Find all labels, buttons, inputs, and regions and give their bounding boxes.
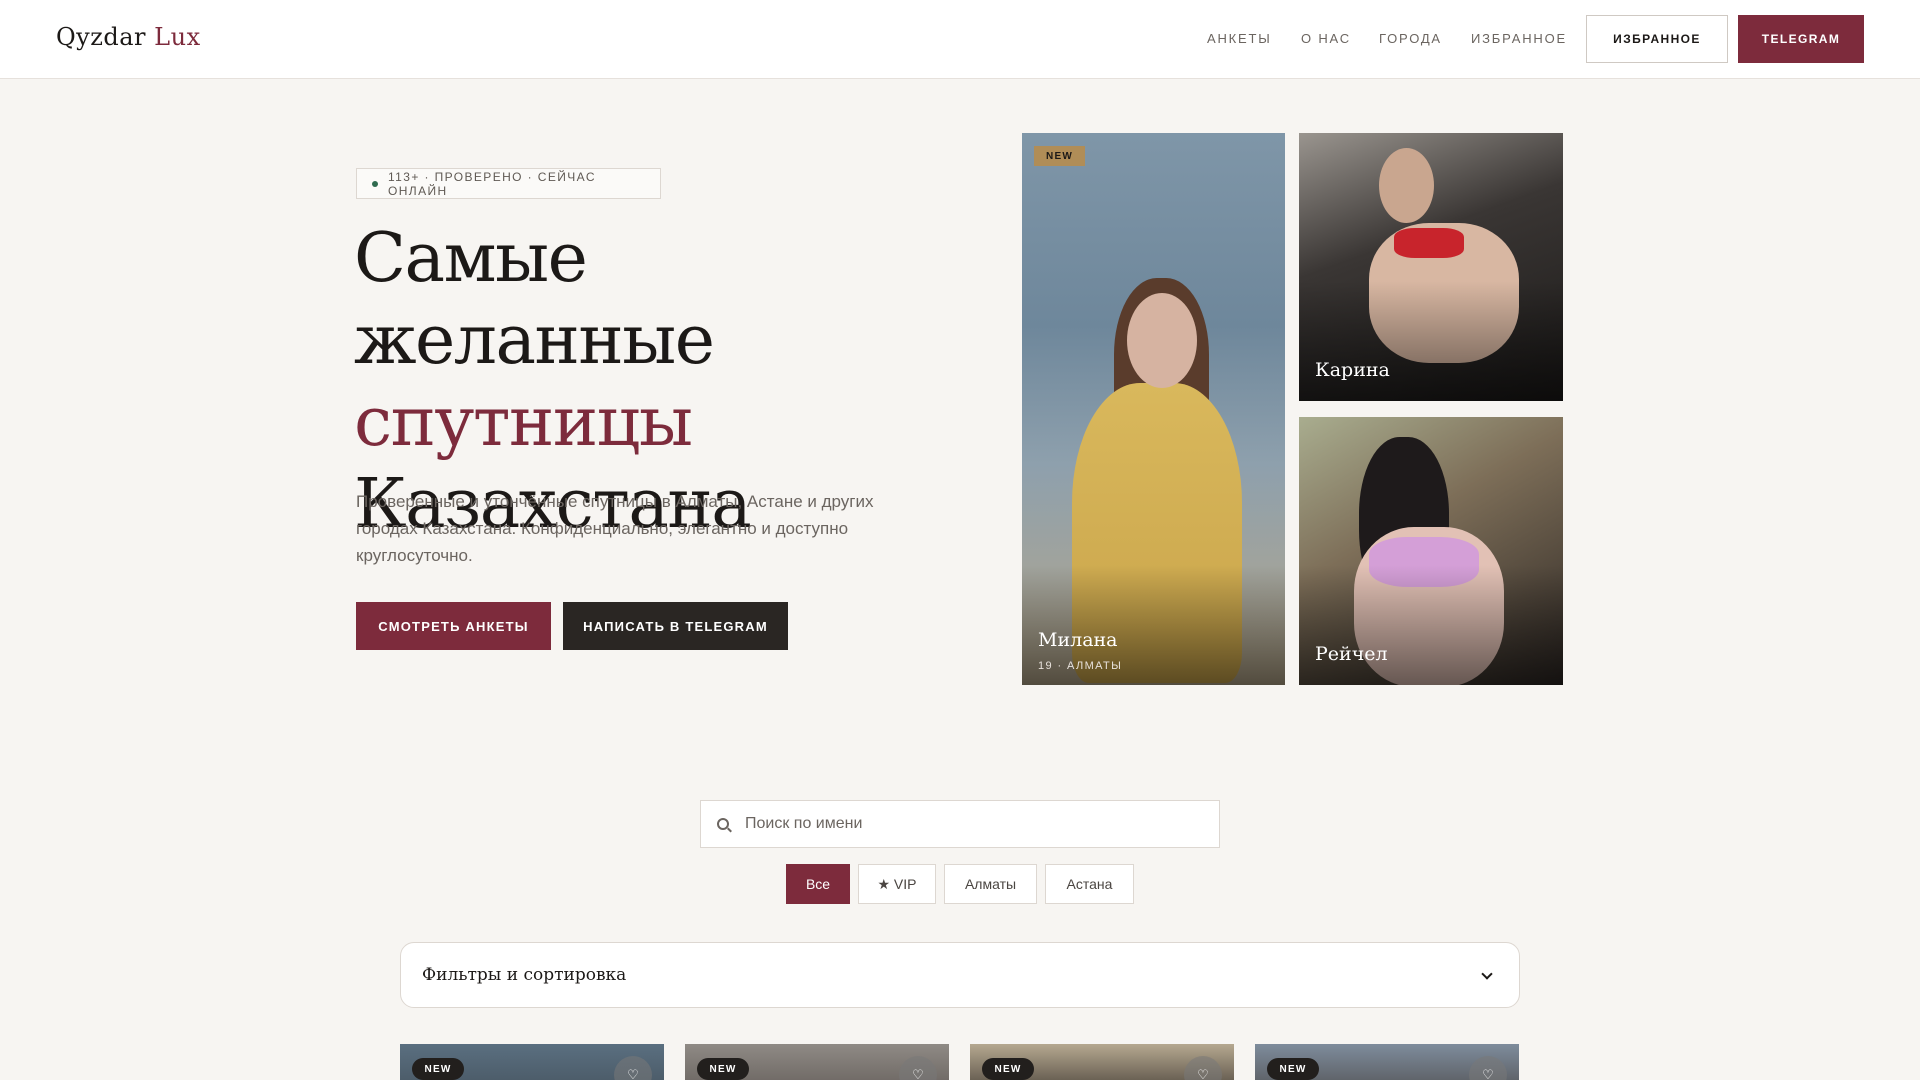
logo[interactable]: Qyzdar Lux bbox=[56, 23, 201, 51]
photo-figure bbox=[1379, 148, 1434, 223]
search-icon bbox=[717, 818, 729, 830]
heart-icon[interactable]: ♡ bbox=[899, 1056, 937, 1080]
online-dot-icon bbox=[372, 180, 378, 187]
chip-astana[interactable]: Астана bbox=[1045, 864, 1134, 904]
featured-card-karina[interactable]: Карина bbox=[1299, 133, 1563, 401]
filters-sort-toggle[interactable]: Фильтры и сортировка bbox=[400, 942, 1520, 1008]
new-badge: NEW bbox=[697, 1058, 749, 1080]
photo-figure bbox=[1127, 293, 1197, 388]
nav-item-about[interactable]: О НАС bbox=[1301, 31, 1351, 46]
photo-shade bbox=[1299, 281, 1563, 401]
nav-item-profiles[interactable]: АНКЕТЫ bbox=[1207, 31, 1272, 46]
new-badge: NEW bbox=[1267, 1058, 1319, 1080]
search-input[interactable] bbox=[745, 815, 1185, 833]
chip-almaty[interactable]: Алматы bbox=[944, 864, 1037, 904]
photo-figure bbox=[1394, 228, 1464, 258]
profile-card[interactable]: NEW ♡ bbox=[400, 1044, 664, 1080]
featured-name: Карина bbox=[1315, 359, 1390, 381]
logo-main: Qyzdar bbox=[56, 23, 147, 51]
telegram-button[interactable]: TELEGRAM bbox=[1738, 15, 1864, 63]
site-header: Qyzdar Lux АНКЕТЫ О НАС ГОРОДА ИЗБРАННОЕ… bbox=[0, 0, 1920, 79]
featured-name: Рейчел bbox=[1315, 643, 1388, 665]
favorites-button[interactable]: ИЗБРАННОЕ bbox=[1586, 15, 1728, 63]
hero-title-line1: Самые желанные bbox=[354, 219, 715, 380]
new-badge: NEW bbox=[1034, 146, 1085, 166]
profile-card[interactable]: NEW ♡ bbox=[970, 1044, 1234, 1080]
nav-item-favorites[interactable]: ИЗБРАННОЕ bbox=[1471, 31, 1567, 46]
logo-accent: Lux bbox=[154, 23, 201, 51]
featured-meta: 19 · АЛМАТЫ bbox=[1038, 660, 1123, 672]
photo-shade bbox=[1299, 565, 1563, 685]
new-badge: NEW bbox=[982, 1058, 1034, 1080]
nav-item-cities[interactable]: ГОРОДА bbox=[1379, 31, 1442, 46]
search-box bbox=[700, 800, 1220, 848]
view-profiles-button[interactable]: СМОТРЕТЬ АНКЕТЫ bbox=[356, 602, 551, 650]
featured-card-rachel[interactable]: Рейчел bbox=[1299, 417, 1563, 685]
heart-icon[interactable]: ♡ bbox=[614, 1056, 652, 1080]
heart-icon[interactable]: ♡ bbox=[1469, 1056, 1507, 1080]
featured-name: Милана bbox=[1038, 629, 1118, 651]
hero-title-accent: спутницы bbox=[354, 383, 693, 462]
heart-icon[interactable]: ♡ bbox=[1184, 1056, 1222, 1080]
hero-subtitle: Проверенные и утончённые спутницы в Алма… bbox=[356, 492, 874, 565]
status-badge-text: 113+ · ПРОВЕРЕНО · СЕЙЧАС ОНЛАЙН bbox=[388, 169, 596, 198]
chip-all[interactable]: Все bbox=[786, 864, 850, 904]
write-telegram-button[interactable]: НАПИСАТЬ В TELEGRAM bbox=[563, 602, 788, 650]
chip-vip[interactable]: ★ VIP bbox=[858, 864, 936, 904]
status-badge: 113+ · ПРОВЕРЕНО · СЕЙЧАС ОНЛАЙН bbox=[356, 168, 661, 199]
featured-card-milana[interactable]: NEW Милана 19 · АЛМАТЫ bbox=[1022, 133, 1285, 685]
profile-card[interactable]: NEW ♡ bbox=[1255, 1044, 1519, 1080]
chevron-down-icon bbox=[1481, 968, 1493, 980]
profile-card[interactable]: NEW ♡ bbox=[685, 1044, 949, 1080]
filters-label: Фильтры и сортировка bbox=[422, 965, 627, 985]
new-badge: NEW bbox=[412, 1058, 464, 1080]
